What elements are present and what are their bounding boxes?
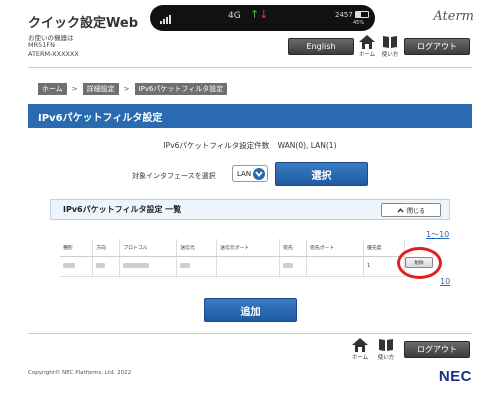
- nec-logo: NEC: [438, 368, 472, 385]
- table-header-row: 種別 方向 プロトコル 送信元 送信元ポート 宛先 宛先ポート 優先度: [60, 239, 405, 257]
- english-button[interactable]: English: [288, 38, 354, 55]
- home-nav-button[interactable]: ホーム: [357, 35, 377, 58]
- breadcrumb-current: IPv6パケットフィルタ設定: [134, 83, 228, 95]
- device-status-bar: 4G ↑↓ 2457 45%: [150, 5, 375, 31]
- column-header: 方向: [92, 239, 121, 257]
- device-model: MR51FN: [28, 41, 55, 49]
- table-row: 1: [60, 256, 405, 277]
- data-transfer-icon: ↑↓: [250, 8, 269, 21]
- filter-list-title: IPv6パケットフィルタ設定 一覧: [63, 205, 182, 214]
- aterm-logo: Aterm: [433, 9, 474, 24]
- logout-button[interactable]: ログアウト: [404, 38, 470, 55]
- status-time: 2457: [335, 11, 353, 19]
- filter-list-header: IPv6パケットフィルタ設定 一覧 閉じる: [50, 199, 450, 220]
- signal-strength-icon: [160, 5, 172, 24]
- filter-count-line: IPv6パケットフィルタ設定件数 WAN(0), LAN(1): [0, 140, 500, 151]
- cell-type: [60, 256, 94, 277]
- filter-count-value: WAN(0), LAN(1): [277, 141, 337, 150]
- help-nav-button[interactable]: 使い方: [380, 35, 400, 58]
- interface-select-value: LAN: [237, 169, 252, 178]
- collapse-button[interactable]: 閉じる: [381, 203, 441, 217]
- column-header: 送信元ポート: [216, 239, 281, 257]
- breadcrumb-home[interactable]: ホーム: [38, 83, 67, 95]
- breadcrumb-separator: >: [71, 85, 78, 93]
- cell-source: [176, 256, 218, 277]
- column-header: 種別: [60, 239, 94, 257]
- chevron-down-icon: [253, 168, 265, 180]
- chevron-up-icon: [397, 207, 404, 212]
- cell-source-port: [216, 256, 281, 277]
- breadcrumb: ホーム > 詳細設定 > IPv6パケットフィルタ設定: [38, 83, 228, 95]
- book-icon: [379, 339, 393, 351]
- column-header: 送信元: [176, 239, 218, 257]
- column-header: 宛先: [279, 239, 308, 257]
- pager-link-bottom[interactable]: 10: [440, 277, 450, 286]
- filter-count-label: IPv6パケットフィルタ設定件数: [163, 141, 270, 150]
- header-divider: [28, 67, 472, 68]
- home-nav-label: ホーム: [358, 52, 376, 58]
- help-nav-label: 使い方: [381, 52, 399, 58]
- interface-select-label: 対象インタフェースを選択: [132, 172, 216, 180]
- footer-divider: [28, 333, 472, 334]
- home-icon: [352, 338, 368, 352]
- collapse-label: 閉じる: [406, 207, 425, 215]
- page-title: IPv6パケットフィルタ設定: [28, 104, 472, 128]
- cell-destination: [279, 256, 308, 277]
- cell-protocol: [119, 256, 178, 277]
- battery-icon: [355, 11, 369, 18]
- footer-home-label: ホーム: [351, 355, 369, 361]
- filter-table: 種別 方向 プロトコル 送信元 送信元ポート 宛先 宛先ポート 優先度 1: [60, 239, 405, 277]
- cell-direction: [92, 256, 121, 277]
- breadcrumb-separator: >: [123, 85, 130, 93]
- select-button[interactable]: 選択: [275, 162, 368, 186]
- footer-home-button[interactable]: ホーム: [350, 338, 370, 361]
- app-title: クイック設定Web: [28, 16, 138, 31]
- column-header: 宛先ポート: [306, 239, 365, 257]
- battery-percent: 45%: [353, 20, 365, 26]
- home-icon: [359, 35, 375, 49]
- book-icon: [383, 36, 397, 48]
- column-header: プロトコル: [119, 239, 178, 257]
- column-header: 優先度: [363, 239, 405, 257]
- device-id: ATERM-XXXXXX: [28, 50, 79, 58]
- add-button[interactable]: 追加: [204, 298, 297, 322]
- network-type: 4G: [228, 11, 241, 21]
- highlight-circle: [397, 247, 442, 279]
- cell-destination-port: [306, 256, 365, 277]
- interface-select[interactable]: LAN: [232, 165, 268, 182]
- footer-help-button[interactable]: 使い方: [376, 338, 396, 361]
- breadcrumb-advanced[interactable]: 詳細設定: [82, 83, 119, 95]
- footer-logout-button[interactable]: ログアウト: [404, 341, 470, 358]
- copyright-text: Copyright© NEC Platforms, Ltd. 2022: [28, 370, 132, 376]
- footer-help-label: 使い方: [377, 355, 395, 361]
- pager-link-top[interactable]: 1～10: [426, 229, 449, 240]
